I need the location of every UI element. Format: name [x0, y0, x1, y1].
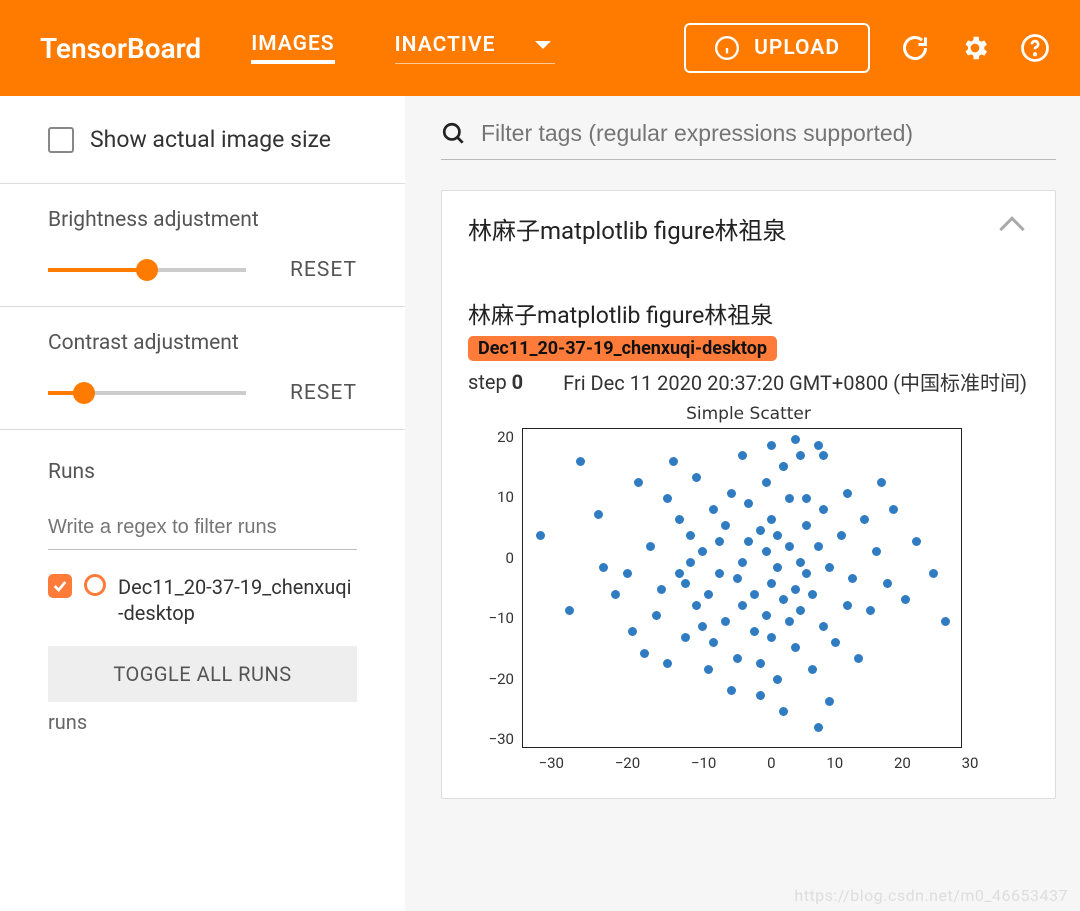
show-actual-size-row: Show actual image size [0, 126, 405, 184]
info-icon [714, 35, 740, 61]
header-tabs: IMAGES INACTIVE [251, 32, 555, 64]
tab-images[interactable]: IMAGES [251, 32, 334, 64]
tag-filter-row [441, 120, 1056, 160]
run-chip: Dec11_20-37-19_chenxuqi-desktop [468, 336, 777, 361]
timestamp-label: Fri Dec 11 2020 20:37:20 GMT+0800 (中国标准时… [563, 367, 1027, 396]
contrast-slider-handle[interactable] [73, 382, 95, 404]
brand-title: TensorBoard [40, 32, 201, 65]
run-name-label: Dec11_20-37-19_chenxuqi-desktop [118, 574, 357, 626]
refresh-button[interactable] [900, 33, 930, 63]
sidebar: Show actual image size Brightness adjust… [0, 96, 405, 911]
step-label: step 0 [468, 370, 523, 394]
watermark: https://blog.csdn.net/m0_46653437 [794, 886, 1068, 905]
tag-title: 林麻子matplotlib figure林祖泉 [468, 211, 787, 246]
chart-container: Simple Scatter 20100−10−20−30 −30−20−100… [489, 404, 1009, 772]
tab-inactive-dropdown[interactable]: INACTIVE [395, 33, 556, 64]
check-icon [52, 578, 68, 594]
runs-label: Runs [48, 460, 357, 484]
app-header: TensorBoard IMAGES INACTIVE UPLOAD [0, 0, 1080, 96]
runs-footer-label: runs [48, 710, 357, 734]
upload-label: UPLOAD [754, 36, 840, 60]
runs-section: Runs Dec11_20-37-19_chenxuqi-desktop TOG… [0, 430, 405, 734]
upload-button[interactable]: UPLOAD [684, 23, 870, 73]
chart-x-ticks: −30−20−100102030 [489, 748, 979, 772]
header-actions: UPLOAD [684, 23, 1050, 73]
gear-icon [960, 33, 990, 63]
brightness-reset-button[interactable]: RESET [290, 258, 357, 282]
run-checkbox[interactable] [48, 574, 72, 598]
tab-inactive-label: INACTIVE [395, 33, 496, 57]
content: Show actual image size Brightness adjust… [0, 96, 1080, 911]
chart-y-ticks: 20100−10−20−30 [489, 428, 522, 748]
main-panel: 林麻子matplotlib figure林祖泉 林麻子matplotlib fi… [405, 96, 1080, 911]
chart-title: Simple Scatter [489, 404, 1009, 424]
chart-plot-area [522, 428, 962, 748]
search-icon [441, 121, 467, 147]
refresh-icon [901, 34, 929, 62]
contrast-reset-button[interactable]: RESET [290, 381, 357, 405]
run-color-radio[interactable] [84, 574, 106, 596]
brightness-section: Brightness adjustment RESET [0, 184, 405, 307]
brightness-label: Brightness adjustment [48, 208, 357, 232]
image-subtitle: 林麻子matplotlib figure林祖泉 [468, 296, 1029, 330]
contrast-slider[interactable] [48, 391, 246, 395]
tag-filter-input[interactable] [481, 120, 1056, 147]
contrast-section: Contrast adjustment RESET [0, 307, 405, 430]
settings-button[interactable] [960, 33, 990, 63]
help-icon [1020, 33, 1050, 63]
runs-filter-input[interactable] [48, 510, 357, 550]
run-row: Dec11_20-37-19_chenxuqi-desktop [48, 574, 357, 626]
tag-card: 林麻子matplotlib figure林祖泉 林麻子matplotlib fi… [441, 190, 1056, 799]
toggle-all-runs-button[interactable]: TOGGLE ALL RUNS [48, 646, 357, 702]
show-actual-size-label: Show actual image size [90, 126, 331, 153]
contrast-label: Contrast adjustment [48, 331, 357, 355]
help-button[interactable] [1020, 33, 1050, 63]
chevron-down-icon [535, 41, 551, 49]
brightness-slider-handle[interactable] [136, 259, 158, 281]
brightness-slider[interactable] [48, 268, 246, 272]
collapse-icon[interactable] [999, 216, 1024, 241]
show-actual-size-checkbox[interactable] [48, 127, 74, 153]
